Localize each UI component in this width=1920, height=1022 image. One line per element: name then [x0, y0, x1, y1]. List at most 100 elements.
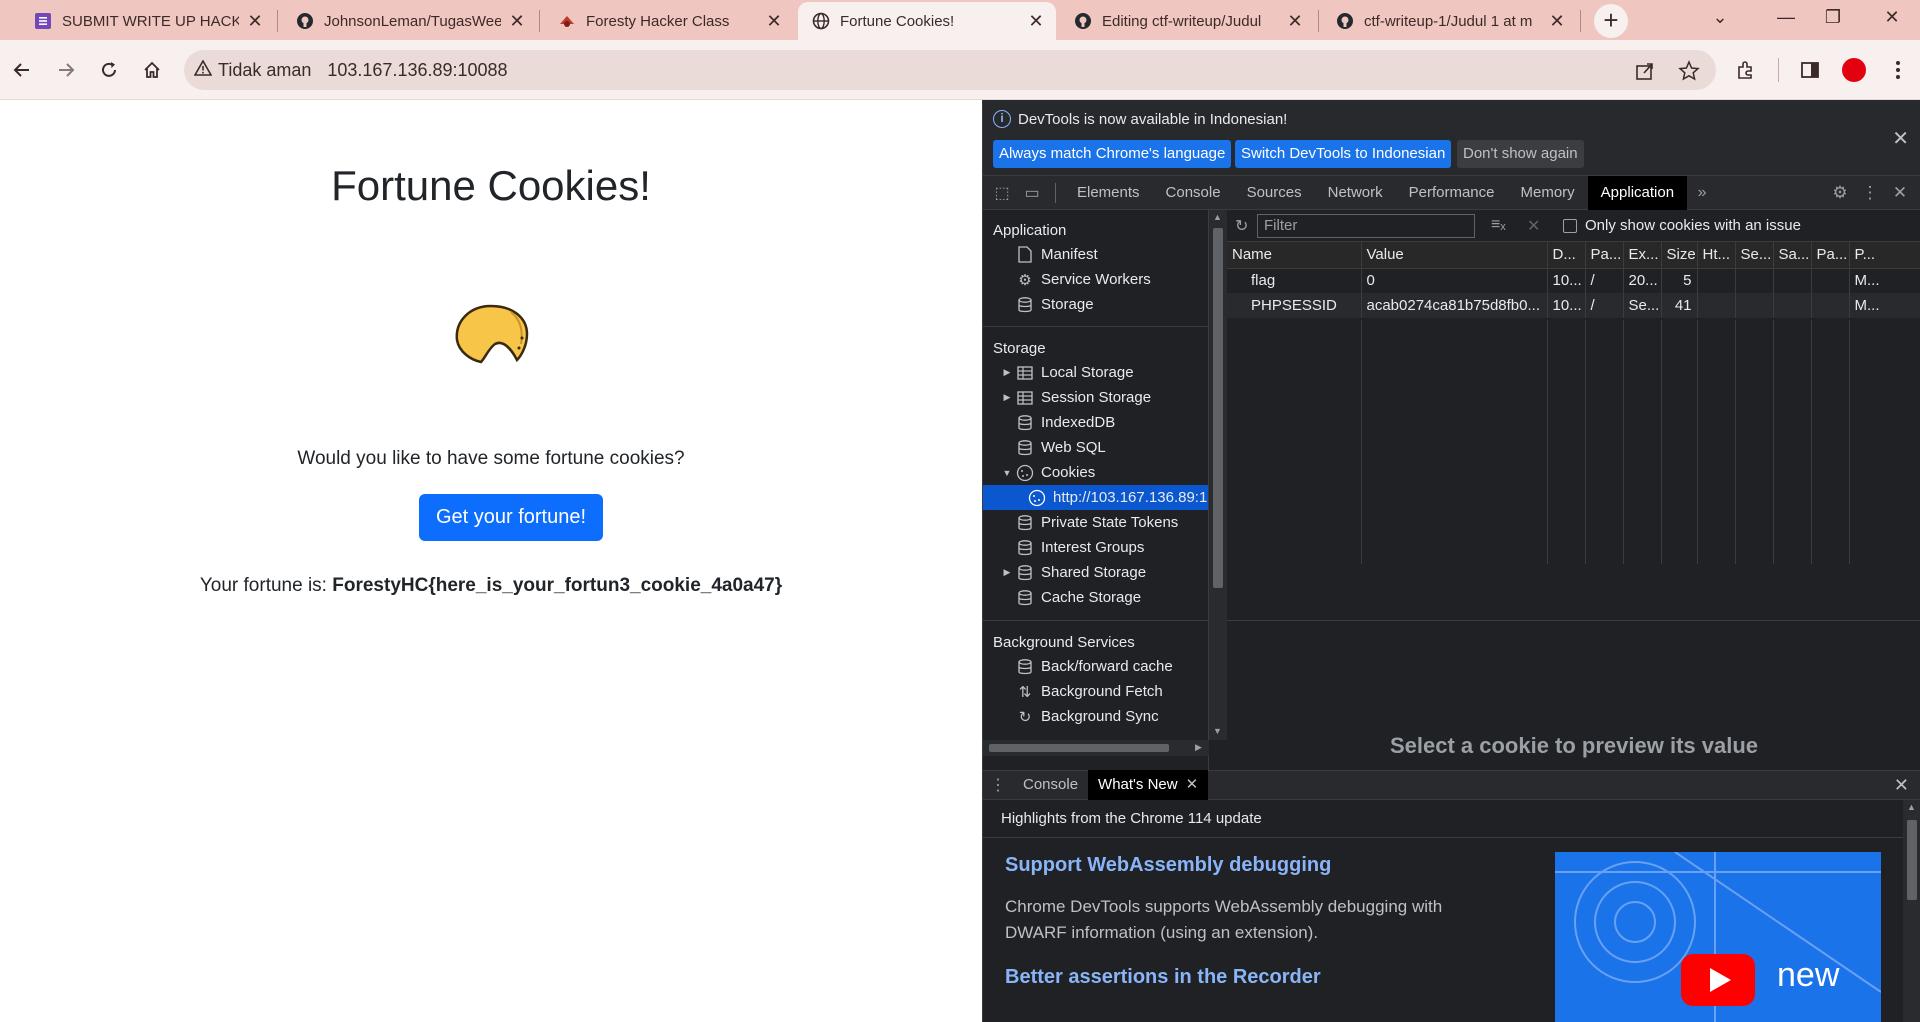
- close-drawer-tab-icon[interactable]: ✕: [1186, 770, 1199, 800]
- only-issues-checkbox[interactable]: [1563, 219, 1577, 233]
- sidebar-item-session-storage[interactable]: ▶ Session Storage: [983, 385, 1208, 410]
- sidebar-item-cookie-origin[interactable]: ▶ http://103.167.136.89:1: [983, 485, 1208, 510]
- browser-tab[interactable]: SUBMIT WRITE UP HACKER ✕: [20, 2, 275, 40]
- tab-elements[interactable]: Elements: [1064, 176, 1153, 210]
- column-header[interactable]: Ex...: [1623, 242, 1662, 269]
- tab-network[interactable]: Network: [1315, 176, 1396, 210]
- sidebar-item-storage-overview[interactable]: ▶ Storage: [983, 292, 1208, 317]
- profile-avatar[interactable]: [1840, 56, 1868, 84]
- column-header[interactable]: Sa...: [1773, 242, 1812, 269]
- menu-icon[interactable]: [1884, 56, 1912, 84]
- column-header[interactable]: P...: [1849, 242, 1920, 269]
- feature-heading-link[interactable]: Better assertions in the Recorder: [1005, 966, 1321, 989]
- sidebar-item-background-sync[interactable]: ▶ ↻ Background Sync: [983, 704, 1208, 729]
- more-tabs-icon[interactable]: »: [1687, 184, 1717, 202]
- settings-gear-icon[interactable]: ⚙: [1825, 176, 1855, 210]
- switch-language-button[interactable]: Switch DevTools to Indonesian: [1235, 140, 1452, 168]
- expand-arrow-icon[interactable]: ▶: [1001, 567, 1013, 578]
- sidebar-item-service-workers[interactable]: ▶ ⚙ Service Workers: [983, 267, 1208, 292]
- tab-console[interactable]: Console: [1153, 176, 1234, 210]
- scrollbar-thumb[interactable]: [1907, 820, 1917, 900]
- column-header[interactable]: Pa...: [1585, 242, 1624, 269]
- feature-heading-link[interactable]: Support WebAssembly debugging: [1005, 854, 1331, 877]
- tab-application[interactable]: Application: [1587, 175, 1688, 210]
- sidebar-horizontal-scrollbar[interactable]: ▶: [983, 740, 1209, 756]
- close-tab-icon[interactable]: ✕: [1547, 11, 1567, 31]
- column-header[interactable]: Value: [1361, 242, 1548, 269]
- drawer-scrollbar[interactable]: ▲: [1903, 800, 1920, 1022]
- close-devtools-icon[interactable]: ✕: [1885, 176, 1915, 210]
- browser-tab[interactable]: Foresty Hacker Class ✕: [544, 2, 794, 40]
- sidebar-item-indexeddb[interactable]: ▶ IndexedDB: [983, 410, 1208, 435]
- column-header[interactable]: D...: [1547, 242, 1586, 269]
- refresh-icon[interactable]: ↻: [1235, 216, 1248, 236]
- close-tab-icon[interactable]: ✕: [1285, 11, 1305, 31]
- drawer-menu-icon[interactable]: ⋮: [983, 775, 1013, 795]
- close-tab-icon[interactable]: ✕: [507, 11, 527, 31]
- collapse-arrow-icon[interactable]: ▼: [1001, 468, 1013, 478]
- sidebar-item-shared-storage[interactable]: ▶ Shared Storage: [983, 560, 1208, 585]
- table-row[interactable]: flag 0 10... / 20... 5 M...: [1227, 268, 1920, 293]
- column-header[interactable]: Se...: [1735, 242, 1774, 269]
- sidebar-item-cookies[interactable]: ▼ Cookies: [983, 460, 1208, 485]
- bookmark-star-icon[interactable]: [1678, 60, 1700, 82]
- sidebar-item-manifest[interactable]: ▶ Manifest: [983, 242, 1208, 267]
- scrollbar-thumb[interactable]: [989, 744, 1169, 752]
- drawer-tab-whats-new[interactable]: What's New ✕: [1088, 770, 1209, 800]
- sidebar-vertical-scrollbar[interactable]: ▲ ▼: [1209, 210, 1227, 740]
- drawer-tab-console[interactable]: Console: [1013, 770, 1088, 800]
- tab-search-icon[interactable]: ⌄: [1700, 0, 1740, 34]
- sidebar-item-web-sql[interactable]: ▶ Web SQL: [983, 435, 1208, 460]
- close-tab-icon[interactable]: ✕: [1026, 11, 1046, 31]
- tab-performance[interactable]: Performance: [1396, 176, 1508, 210]
- home-icon[interactable]: [138, 56, 166, 84]
- inspect-element-icon[interactable]: ⬚: [987, 183, 1017, 203]
- reload-icon[interactable]: [95, 56, 123, 84]
- sidebar-item-cache-storage[interactable]: ▶ Cache Storage: [983, 585, 1208, 610]
- clear-filtered-icon[interactable]: ≡ₓ: [1491, 216, 1506, 234]
- scrollbar-thumb[interactable]: [1213, 228, 1223, 588]
- side-panel-icon[interactable]: [1796, 56, 1824, 84]
- share-icon[interactable]: [1634, 60, 1656, 82]
- extensions-icon[interactable]: [1732, 56, 1760, 84]
- video-thumbnail[interactable]: new: [1555, 852, 1881, 1022]
- expand-arrow-icon[interactable]: ▶: [1001, 367, 1013, 378]
- sidebar-item-private-state-tokens[interactable]: ▶ Private State Tokens: [983, 510, 1208, 535]
- browser-tab[interactable]: Editing ctf-writeup/Judul ✕: [1060, 2, 1315, 40]
- forward-icon[interactable]: [52, 56, 80, 84]
- column-header[interactable]: Pa...: [1811, 242, 1850, 269]
- sidebar-item-background-fetch[interactable]: ▶ ⇅ Background Fetch: [983, 679, 1208, 704]
- tab-sources[interactable]: Sources: [1234, 176, 1315, 210]
- sidebar-item-bfcache[interactable]: ▶ Back/forward cache: [983, 654, 1208, 679]
- devtools-menu-icon[interactable]: ⋮: [1855, 176, 1885, 210]
- new-tab-button[interactable]: +: [1594, 4, 1628, 38]
- restore-icon[interactable]: ❐: [1813, 0, 1853, 34]
- sidebar-item-local-storage[interactable]: ▶ Local Storage: [983, 360, 1208, 385]
- close-tab-icon[interactable]: ✕: [764, 11, 784, 31]
- get-fortune-button[interactable]: Get your fortune!: [419, 494, 603, 541]
- delete-selected-icon[interactable]: ✕: [1527, 216, 1540, 236]
- column-header[interactable]: Size: [1661, 242, 1698, 269]
- column-header[interactable]: Ht...: [1697, 242, 1736, 269]
- back-icon[interactable]: [8, 56, 36, 84]
- security-label[interactable]: Tidak aman: [218, 60, 311, 81]
- dont-show-again-button[interactable]: Don't show again: [1457, 140, 1584, 168]
- url-text[interactable]: 103.167.136.89:10088: [327, 60, 507, 81]
- sidebar-item-interest-groups[interactable]: ▶ Interest Groups: [983, 535, 1208, 560]
- minimize-icon[interactable]: —: [1766, 0, 1806, 34]
- close-drawer-icon[interactable]: ✕: [1894, 775, 1909, 796]
- close-tab-icon[interactable]: ✕: [245, 11, 265, 31]
- filter-input[interactable]: Filter: [1257, 214, 1475, 238]
- column-header[interactable]: Name: [1227, 242, 1362, 269]
- browser-tab[interactable]: ctf-writeup-1/Judul 1 at m ✕: [1322, 2, 1577, 40]
- close-window-icon[interactable]: ✕: [1872, 0, 1912, 34]
- address-bar[interactable]: Tidak aman 103.167.136.89:10088: [184, 50, 1716, 90]
- device-toolbar-icon[interactable]: ▭: [1017, 183, 1047, 203]
- browser-tab[interactable]: JohnsonLeman/TugasWeek ✕: [282, 2, 537, 40]
- tab-memory[interactable]: Memory: [1508, 176, 1588, 210]
- match-language-button[interactable]: Always match Chrome's language: [993, 140, 1232, 168]
- table-row[interactable]: PHPSESSID acab0274ca81b75d8fb0... 10... …: [1227, 293, 1920, 318]
- expand-arrow-icon[interactable]: ▶: [1001, 392, 1013, 403]
- warning-icon[interactable]: [193, 58, 213, 81]
- browser-tab-active[interactable]: Fortune Cookies! ✕: [798, 2, 1056, 40]
